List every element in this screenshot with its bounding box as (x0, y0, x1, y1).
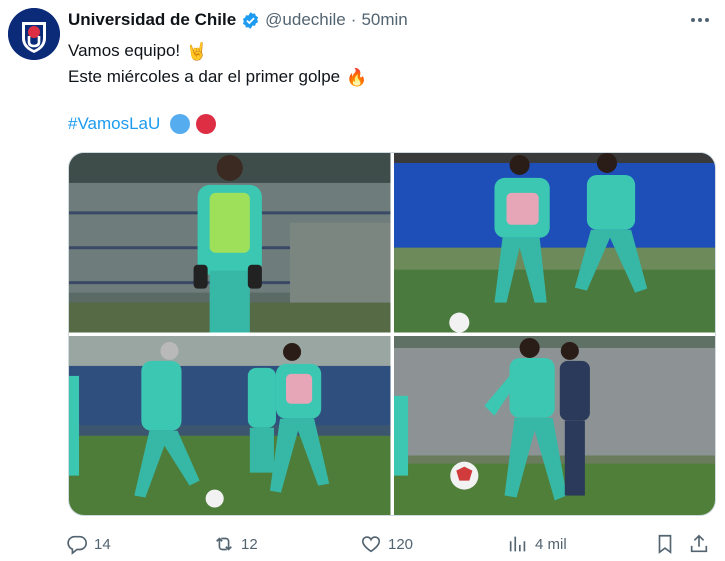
view-count: 4 mil (535, 535, 567, 553)
separator-dot: · (350, 10, 357, 29)
reply-icon (67, 535, 87, 555)
author-name[interactable]: Universidad de Chile (68, 10, 236, 30)
photo-2[interactable] (393, 153, 715, 333)
views-button[interactable]: 4 mil (507, 530, 567, 558)
verified-badge-icon (241, 11, 260, 30)
tweet-line-1: Vamos equipo! (68, 41, 181, 60)
photo-3[interactable] (69, 335, 391, 515)
photo-4[interactable] (393, 335, 715, 515)
media-grid (68, 152, 716, 516)
photo-1[interactable] (69, 153, 391, 333)
bookmark-button[interactable] (654, 530, 676, 558)
rock-hand-emoji: 🤘 (186, 41, 208, 61)
share-button[interactable] (688, 530, 710, 558)
action-bar: 14 12 120 4 mil (62, 530, 720, 558)
like-count: 120 (388, 535, 414, 553)
tweet-header: Universidad de Chile @udechile · 50min (68, 8, 408, 32)
tweet-timestamp[interactable]: 50min (361, 10, 407, 30)
hashtag-link[interactable]: #VamosLaU (68, 114, 160, 134)
tweet-line-2: Este miércoles a dar el primer golpe (68, 67, 341, 86)
repost-icon (216, 537, 232, 551)
reply-button[interactable]: 14 (66, 530, 111, 558)
hashtag-row: #VamosLaU (68, 111, 217, 137)
more-options-icon[interactable] (689, 10, 711, 30)
reply-count: 14 (94, 535, 111, 553)
fire-emoji: 🔥 (346, 67, 368, 87)
tweet-text: Vamos equipo! 🤘 Este miércoles a dar el … (68, 38, 367, 90)
like-button[interactable]: 120 (360, 530, 413, 558)
author-handle[interactable]: @udechile (265, 10, 346, 30)
avatar[interactable] (8, 8, 60, 60)
repost-button[interactable]: 12 (213, 530, 258, 558)
red-circle-emoji (196, 114, 217, 134)
share-icon (690, 534, 708, 553)
heart-icon (361, 536, 381, 553)
repost-count: 12 (241, 535, 258, 553)
blue-circle-emoji (170, 114, 191, 134)
bookmark-icon (658, 534, 672, 554)
views-chart-icon (509, 536, 526, 552)
